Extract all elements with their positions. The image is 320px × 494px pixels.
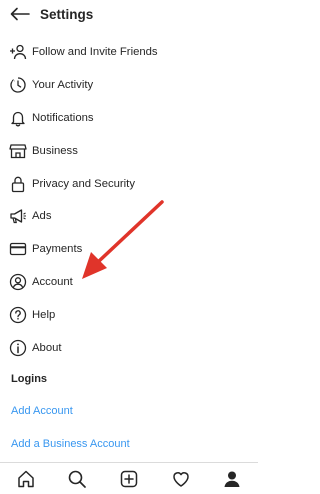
menu-item-label: Ads — [32, 210, 52, 223]
menu-item-your-activity[interactable]: Your Activity — [0, 69, 258, 102]
menu-item-label: Help — [32, 308, 56, 321]
menu-item-label: Your Activity — [32, 79, 94, 92]
search-icon — [69, 470, 87, 488]
activity-clock-icon — [9, 76, 27, 94]
storefront-icon — [9, 142, 27, 160]
lock-icon — [9, 175, 27, 193]
bottom-tab-bar — [0, 462, 258, 494]
menu-item-notifications[interactable]: Notifications — [0, 102, 258, 135]
logins-heading: Logins — [11, 373, 48, 385]
menu-item-follow-invite[interactable]: Follow and Invite Friends — [0, 36, 258, 69]
menu-item-label: Account — [32, 275, 73, 288]
add-person-icon — [9, 43, 27, 61]
add-account-link[interactable]: Add Account — [11, 405, 73, 417]
menu-item-business[interactable]: Business — [0, 134, 258, 167]
info-circle-icon — [9, 339, 27, 357]
tab-new-post[interactable] — [116, 466, 142, 492]
profile-icon — [224, 471, 240, 487]
menu-item-ads[interactable]: Ads — [0, 200, 258, 233]
settings-menu: Follow and Invite Friends Your Activity … — [0, 36, 258, 364]
person-circle-icon — [9, 273, 27, 291]
menu-item-label: Business — [32, 144, 78, 157]
back-arrow-icon — [10, 7, 30, 21]
tab-home[interactable] — [13, 466, 39, 492]
add-business-account-link[interactable]: Add a Business Account — [11, 438, 130, 450]
heart-icon — [172, 471, 189, 487]
question-circle-icon — [9, 306, 27, 324]
page-title: Settings — [40, 6, 94, 22]
new-post-icon — [120, 470, 138, 487]
menu-item-payments[interactable]: Payments — [0, 233, 258, 266]
home-icon — [18, 470, 34, 487]
menu-item-label: Follow and Invite Friends — [32, 46, 158, 59]
back-button[interactable] — [8, 2, 32, 26]
menu-item-account[interactable]: Account — [0, 266, 258, 299]
megaphone-icon — [9, 207, 27, 225]
menu-item-label: About — [32, 341, 62, 354]
menu-item-privacy-security[interactable]: Privacy and Security — [0, 167, 258, 200]
bell-icon — [9, 109, 27, 127]
tab-profile[interactable] — [219, 466, 245, 492]
card-icon — [9, 240, 27, 258]
menu-item-label: Payments — [32, 243, 83, 256]
header: Settings — [0, 0, 258, 28]
tab-search[interactable] — [64, 466, 90, 492]
menu-item-help[interactable]: Help — [0, 298, 258, 331]
menu-item-label: Notifications — [32, 111, 94, 124]
menu-item-label: Privacy and Security — [32, 177, 135, 190]
tab-activity[interactable] — [168, 466, 194, 492]
menu-item-about[interactable]: About — [0, 331, 258, 364]
